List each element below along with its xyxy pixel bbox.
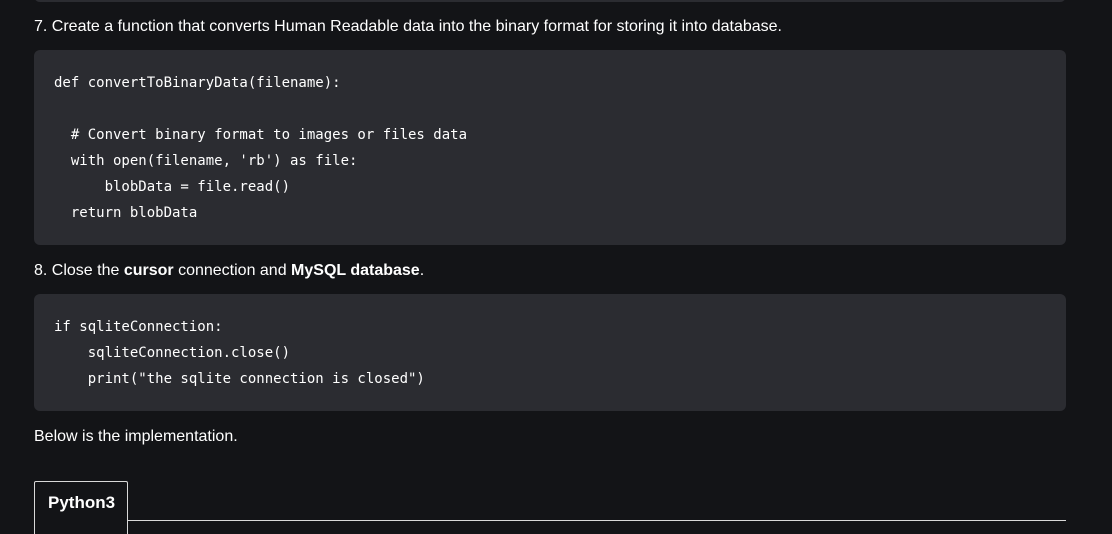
code-line: blobData = file.read() bbox=[54, 179, 291, 195]
previous-code-block-edge bbox=[34, 0, 1066, 2]
code-line: with open(filename, 'rb') as file: bbox=[54, 153, 358, 169]
step-8-suffix: . bbox=[419, 262, 425, 279]
code-line: def convertToBinaryData(filename): bbox=[54, 75, 341, 91]
step-7-text: 7. Create a function that converts Human… bbox=[34, 18, 782, 35]
code-line: print("the sqlite connection is closed") bbox=[54, 371, 425, 387]
code-line: # Convert binary format to images or fil… bbox=[54, 127, 468, 143]
code-line: sqliteConnection.close() bbox=[54, 345, 291, 361]
tab-python3-label: Python3 bbox=[48, 493, 116, 512]
tab-python3[interactable]: Python3 bbox=[34, 481, 128, 534]
code-line: if sqliteConnection: bbox=[54, 319, 223, 335]
step-8-prefix: 8. Close the bbox=[34, 262, 124, 279]
step-8-text: 8. Close the cursor connection and MySQL… bbox=[34, 262, 424, 280]
code-line: return blobData bbox=[54, 205, 198, 221]
step-8-middle: connection and bbox=[173, 262, 292, 279]
code-block-convert-to-binary: def convertToBinaryData(filename): # Con… bbox=[34, 50, 1066, 245]
tab-bar-divider bbox=[128, 520, 1066, 521]
step-8-cursor: cursor bbox=[123, 262, 174, 279]
step-8-db: MySQL database bbox=[291, 262, 420, 279]
code-block-close-connection: if sqliteConnection: sqliteConnection.cl… bbox=[34, 294, 1066, 411]
implementation-intro-text: Below is the implementation. bbox=[34, 428, 238, 445]
